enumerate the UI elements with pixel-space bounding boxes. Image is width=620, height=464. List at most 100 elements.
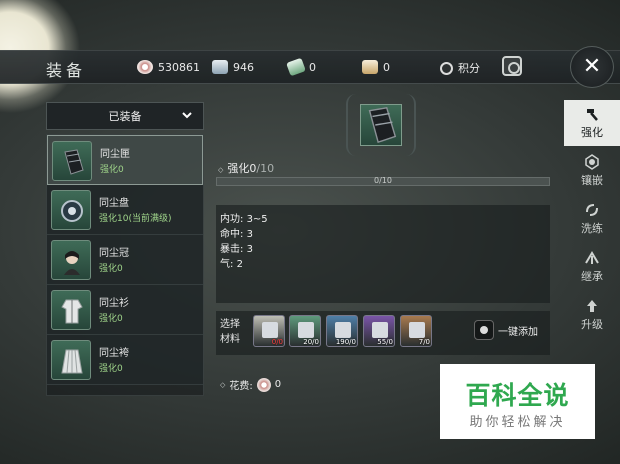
- material-count: 0/0: [271, 338, 283, 346]
- stat-value: 2: [236, 259, 243, 270]
- equipment-item[interactable]: 同尘匣 强化0: [47, 135, 203, 185]
- auto-add-label: 一键添加: [498, 326, 538, 338]
- stat-label: 暴击:: [220, 244, 247, 255]
- scroll-icon: [362, 60, 378, 74]
- upgrade-icon: [587, 300, 597, 312]
- equipment-level: 强化0: [99, 314, 123, 324]
- equipment-name: 同尘冠: [99, 248, 129, 259]
- diamond-bullet-icon: ◇: [218, 166, 224, 174]
- points-label: 积分: [458, 62, 480, 75]
- material-icon: [262, 322, 278, 338]
- refine-icon: [586, 204, 598, 216]
- tab-inlay[interactable]: 镶嵌: [564, 148, 620, 194]
- currency-coin-value: 530861: [158, 60, 200, 74]
- settings-icon[interactable]: [502, 56, 522, 76]
- stat-row: 气: 2: [220, 255, 243, 270]
- material-count: 20/0: [303, 338, 319, 346]
- material-icon: [372, 322, 388, 338]
- currency-coin: 530861: [137, 60, 200, 74]
- currency-jade-value: 0: [309, 60, 316, 74]
- watermark-title: 百科全说: [465, 381, 570, 410]
- stat-row: 内功: 3~5: [220, 210, 268, 225]
- equipment-name: 同尘袴: [99, 348, 129, 359]
- portrait-icon: [51, 240, 91, 280]
- page-title: 装备: [46, 61, 87, 80]
- material-slot[interactable]: 0/0: [253, 315, 285, 347]
- equipment-item[interactable]: 同尘盘 强化10(当前满级): [47, 185, 203, 235]
- equipment-list[interactable]: 同尘匣 强化0 同尘盘 强化10(当前满级) 同尘冠 强化0 同尘衫 强化0 同…: [46, 134, 204, 396]
- tab-label: 继承: [581, 270, 603, 283]
- stat-value: 3~5: [246, 214, 268, 225]
- close-button[interactable]: ✕: [570, 46, 614, 88]
- disc-icon: [51, 190, 91, 230]
- enhance-progress-text: 0/10: [374, 176, 392, 185]
- equipment-filter-dropdown[interactable]: 已装备: [46, 102, 204, 130]
- material-icon: [409, 322, 425, 338]
- material-slot[interactable]: 7/0: [400, 315, 432, 347]
- currency-scroll: 0: [362, 60, 390, 74]
- tab-inherit[interactable]: 继承: [564, 244, 620, 290]
- badge-icon: [440, 61, 453, 75]
- auto-add-icon: [474, 320, 494, 340]
- points-button[interactable]: 积分: [440, 60, 480, 76]
- coin-icon: [256, 377, 271, 392]
- material-slot[interactable]: 55/0: [363, 315, 395, 347]
- stats-panel: 内功: 3~5 命中: 3 暴击: 3 气: 2: [216, 205, 550, 303]
- stat-label: 内功:: [220, 214, 247, 225]
- stat-value: 3: [246, 229, 253, 240]
- currency-scroll-value: 0: [383, 60, 390, 74]
- stat-label: 命中:: [220, 229, 247, 240]
- equipment-level: 强化0: [99, 264, 123, 274]
- tab-label: 强化: [581, 126, 603, 139]
- diamond-bullet-icon: ◇: [220, 380, 226, 389]
- material-count: 55/0: [377, 338, 393, 346]
- equipment-item[interactable]: 同尘衫 强化0: [47, 285, 203, 335]
- inherit-icon: [585, 251, 599, 264]
- tab-refine[interactable]: 洗练: [564, 196, 620, 242]
- chevron-down-icon: [181, 109, 193, 124]
- gem-icon: [585, 154, 599, 170]
- material-count: 7/0: [418, 338, 430, 346]
- currency-silver-value: 946: [233, 60, 254, 74]
- enhance-label: 强化: [227, 162, 250, 175]
- equipment-item[interactable]: 同尘袴 强化0: [47, 335, 203, 385]
- equipment-level: 强化10(当前满级): [99, 214, 172, 224]
- equipment-name: 同尘匣: [100, 149, 130, 160]
- stat-label: 气:: [220, 259, 237, 270]
- tab-upgrade[interactable]: 升级: [564, 292, 620, 338]
- material-slot[interactable]: 20/0: [289, 315, 321, 347]
- currency-silver: 946: [212, 60, 254, 74]
- equipment-level: 强化0: [99, 364, 123, 374]
- hammer-icon: [587, 109, 598, 121]
- watermark-logo: 百科全说 助你轻松解决: [440, 364, 595, 439]
- auto-add-button[interactable]: 一键添加: [474, 320, 538, 340]
- material-slot[interactable]: 190/0: [326, 315, 358, 347]
- function-tabs: 强化 镶嵌 洗练 继承 升级: [564, 100, 620, 340]
- stat-row: 命中: 3: [220, 225, 253, 240]
- currency-jade: 0: [286, 57, 316, 77]
- coin-icon: [137, 60, 153, 74]
- watermark-subtitle: 助你轻松解决: [469, 415, 566, 430]
- filter-selected-label: 已装备: [108, 110, 142, 123]
- material-icon: [298, 322, 314, 338]
- cost-label: 花费:: [229, 381, 253, 392]
- stat-row: 暴击: 3: [220, 240, 253, 255]
- tab-label: 镶嵌: [581, 174, 603, 187]
- tab-label: 升级: [581, 318, 603, 331]
- material-icon: [335, 322, 351, 338]
- stat-value: 3: [246, 244, 253, 255]
- materials-label: 选择材料: [220, 319, 240, 345]
- cost-value: 0: [274, 379, 282, 390]
- jade-icon: [286, 57, 306, 77]
- enhance-max: /10: [256, 162, 275, 175]
- equipment-name: 同尘盘: [99, 198, 129, 209]
- robe-icon: [51, 290, 91, 330]
- equipment-item[interactable]: 同尘冠 强化0: [47, 235, 203, 285]
- gauntlet-icon: [360, 104, 402, 146]
- tab-label: 洗练: [581, 222, 603, 235]
- equipment-name: 同尘衫: [99, 298, 129, 309]
- tab-enhance[interactable]: 强化: [564, 100, 620, 146]
- silver-icon: [212, 60, 228, 74]
- material-count: 190/0: [335, 338, 356, 346]
- enhance-progress-bar: 0/10: [216, 176, 550, 186]
